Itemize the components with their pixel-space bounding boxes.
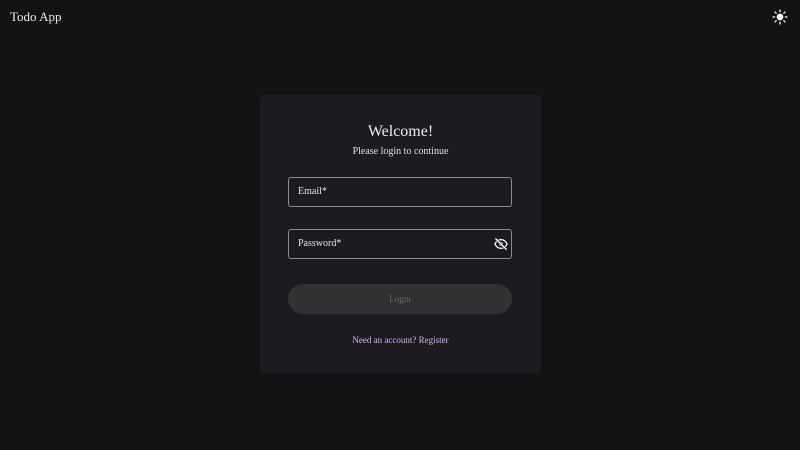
welcome-heading: Welcome! (367, 123, 434, 140)
login-card: Welcome! Please login to continue Email*… (260, 95, 541, 373)
password-field[interactable]: Password* (288, 229, 512, 259)
theme-toggle-button[interactable] (772, 9, 788, 25)
email-field[interactable]: Email* (288, 177, 512, 207)
eye-off-icon (494, 237, 508, 251)
sun-icon (772, 9, 788, 25)
login-subtitle: Please login to continue (352, 146, 449, 157)
email-input[interactable] (289, 178, 511, 206)
app-title: Todo App (10, 9, 62, 24)
register-link[interactable]: Need an account? Register (260, 335, 541, 345)
password-input[interactable] (289, 230, 511, 258)
login-button[interactable]: Login (288, 284, 512, 314)
toggle-password-visibility-button[interactable] (494, 237, 508, 251)
